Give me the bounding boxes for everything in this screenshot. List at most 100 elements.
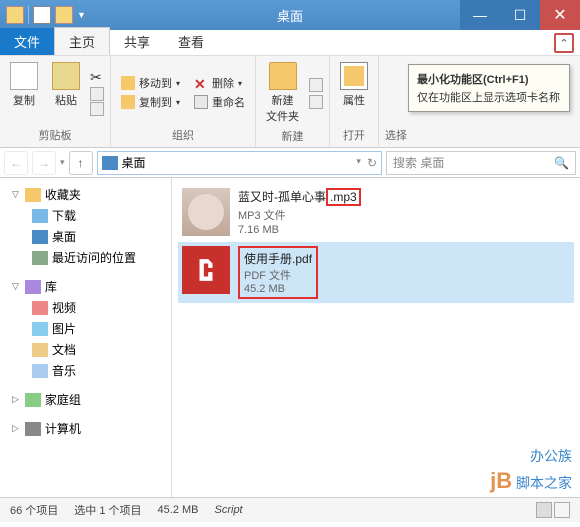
mp3-thumbnail xyxy=(182,188,230,236)
tab-share[interactable]: 共享 xyxy=(110,28,164,55)
file-list: 蓝又时-孤单心事.mp3 MP3 文件 7.16 MB 使用手册.pdf PDF… xyxy=(172,178,580,497)
recent-icon xyxy=(32,251,48,265)
separator xyxy=(28,6,29,24)
folder-icon xyxy=(6,6,24,24)
file-info: 使用手册.pdf PDF 文件 45.2 MB xyxy=(238,246,318,299)
chevron-down-icon[interactable]: ▼ xyxy=(77,10,86,20)
library-icon xyxy=(25,280,41,294)
file-name: 使用手册.pdf xyxy=(244,250,312,267)
move-to-button[interactable]: 移动到▾ xyxy=(117,74,184,92)
details-view-icon[interactable] xyxy=(536,502,552,518)
status-selection: 选中 1 个项目 xyxy=(74,502,141,518)
file-item[interactable]: 蓝又时-孤单心事.mp3 MP3 文件 7.16 MB xyxy=(178,184,574,240)
tab-view[interactable]: 查看 xyxy=(164,28,218,55)
paste-shortcut-icon[interactable] xyxy=(90,102,104,116)
delete-button[interactable]: ✕删除▾ xyxy=(190,74,249,92)
new-folder-label: 新建 文件夹 xyxy=(266,92,299,124)
quick-access-toolbar: ▼ xyxy=(0,6,92,24)
copy-path-icon[interactable] xyxy=(90,87,104,101)
new-item-icon[interactable] xyxy=(309,78,323,92)
status-bar: 66 个项目 选中 1 个项目 45.2 MB Script xyxy=(0,498,580,522)
up-button[interactable]: ↑ xyxy=(69,151,93,175)
organize-group-label: 组织 xyxy=(117,125,249,143)
tab-home[interactable]: 主页 xyxy=(54,27,110,55)
history-dropdown[interactable]: ▾ xyxy=(60,157,65,168)
refresh-icon[interactable]: ↻ xyxy=(367,156,377,170)
paste-label: 粘贴 xyxy=(55,92,77,108)
new-folder-icon[interactable] xyxy=(55,6,73,24)
ribbon-tooltip: 最小化功能区(Ctrl+F1) 仅在功能区上显示选项卡名称 xyxy=(408,64,570,112)
desktop-icon xyxy=(102,156,118,170)
select-group-label: 选择 xyxy=(385,125,407,143)
file-size: 7.16 MB xyxy=(238,224,361,236)
search-placeholder: 搜索 桌面 xyxy=(393,154,444,171)
file-name: 蓝又时-孤单心事.mp3 xyxy=(238,188,361,206)
tree-recent[interactable]: 最近访问的位置 xyxy=(4,247,167,268)
status-size: 45.2 MB xyxy=(158,504,199,516)
navigation-bar: ← → ▾ ↑ 桌面 ▾ ↻ 搜索 桌面 🔍 xyxy=(0,148,580,178)
folder-icon xyxy=(269,62,297,90)
copy-to-button[interactable]: 复制到▾ xyxy=(117,93,184,111)
tree-music[interactable]: 音乐 xyxy=(4,360,167,381)
star-icon xyxy=(25,188,41,202)
tree-libraries[interactable]: 库 xyxy=(4,276,167,297)
address-text: 桌面 xyxy=(122,154,146,171)
file-type: PDF 文件 xyxy=(244,267,312,283)
music-icon xyxy=(32,364,48,378)
explorer-body: 收藏夹 下载 桌面 最近访问的位置 库 视频 图片 文档 音乐 家庭组 计算机 … xyxy=(0,178,580,498)
ribbon-tabs: 文件 主页 共享 查看 ⌃ xyxy=(0,30,580,56)
copy-icon xyxy=(10,62,38,90)
extension-highlight: .mp3 xyxy=(326,188,361,206)
properties-icon[interactable] xyxy=(33,6,51,24)
new-group-label: 新建 xyxy=(262,126,323,144)
maximize-button[interactable]: ☐ xyxy=(500,0,540,30)
status-script: Script xyxy=(215,504,243,516)
desktop-icon xyxy=(32,230,48,244)
homegroup-icon xyxy=(25,393,41,407)
minimize-ribbon-button[interactable]: ⌃ xyxy=(554,33,574,53)
ribbon-group-new: 新建 文件夹 新建 xyxy=(256,56,330,147)
tree-desktop[interactable]: 桌面 xyxy=(4,226,167,247)
search-box[interactable]: 搜索 桌面 🔍 xyxy=(386,151,576,175)
search-icon: 🔍 xyxy=(554,156,569,170)
tree-homegroup[interactable]: 家庭组 xyxy=(4,389,167,410)
title-bar: ▼ 桌面 — ☐ ✕ xyxy=(0,0,580,30)
tree-downloads[interactable]: 下载 xyxy=(4,205,167,226)
forward-button[interactable]: → xyxy=(32,151,56,175)
window-buttons: — ☐ ✕ xyxy=(460,0,580,30)
file-size: 45.2 MB xyxy=(244,283,312,295)
picture-icon xyxy=(32,322,48,336)
copy-button[interactable]: 复制 xyxy=(6,60,42,125)
tree-computer[interactable]: 计算机 xyxy=(4,418,167,439)
cut-icon[interactable]: ✂ xyxy=(90,69,104,86)
tree-pictures[interactable]: 图片 xyxy=(4,318,167,339)
paste-icon xyxy=(52,62,80,90)
navigation-pane: 收藏夹 下载 桌面 最近访问的位置 库 视频 图片 文档 音乐 家庭组 计算机 xyxy=(0,178,172,497)
chevron-down-icon[interactable]: ▾ xyxy=(356,156,361,170)
file-info: 蓝又时-孤单心事.mp3 MP3 文件 7.16 MB xyxy=(238,188,361,236)
large-icons-view-icon[interactable] xyxy=(554,502,570,518)
tooltip-title: 最小化功能区(Ctrl+F1) xyxy=(417,71,561,87)
computer-icon xyxy=(25,422,41,436)
easy-access-icon[interactable] xyxy=(309,95,323,109)
rename-icon xyxy=(194,95,208,109)
minimize-button[interactable]: — xyxy=(460,0,500,30)
close-button[interactable]: ✕ xyxy=(540,0,580,30)
file-item[interactable]: 使用手册.pdf PDF 文件 45.2 MB xyxy=(178,242,574,303)
copy-to-icon xyxy=(121,95,135,109)
tree-favorites[interactable]: 收藏夹 xyxy=(4,184,167,205)
chevron-up-icon: ⌃ xyxy=(559,37,568,50)
paste-button[interactable]: 粘贴 xyxy=(48,60,84,125)
rename-button[interactable]: 重命名 xyxy=(190,93,249,111)
address-bar[interactable]: 桌面 ▾ ↻ xyxy=(97,151,382,175)
ribbon-group-organize: 移动到▾ 复制到▾ ✕删除▾ 重命名 组织 xyxy=(111,56,256,147)
new-folder-button[interactable]: 新建 文件夹 xyxy=(262,60,303,126)
tree-videos[interactable]: 视频 xyxy=(4,297,167,318)
properties-button[interactable]: 属性 xyxy=(336,60,372,125)
video-icon xyxy=(32,301,48,315)
back-button[interactable]: ← xyxy=(4,151,28,175)
clipboard-group-label: 剪贴板 xyxy=(6,125,104,143)
tab-file[interactable]: 文件 xyxy=(0,28,54,55)
tree-documents[interactable]: 文档 xyxy=(4,339,167,360)
tooltip-body: 仅在功能区上显示选项卡名称 xyxy=(417,89,561,105)
